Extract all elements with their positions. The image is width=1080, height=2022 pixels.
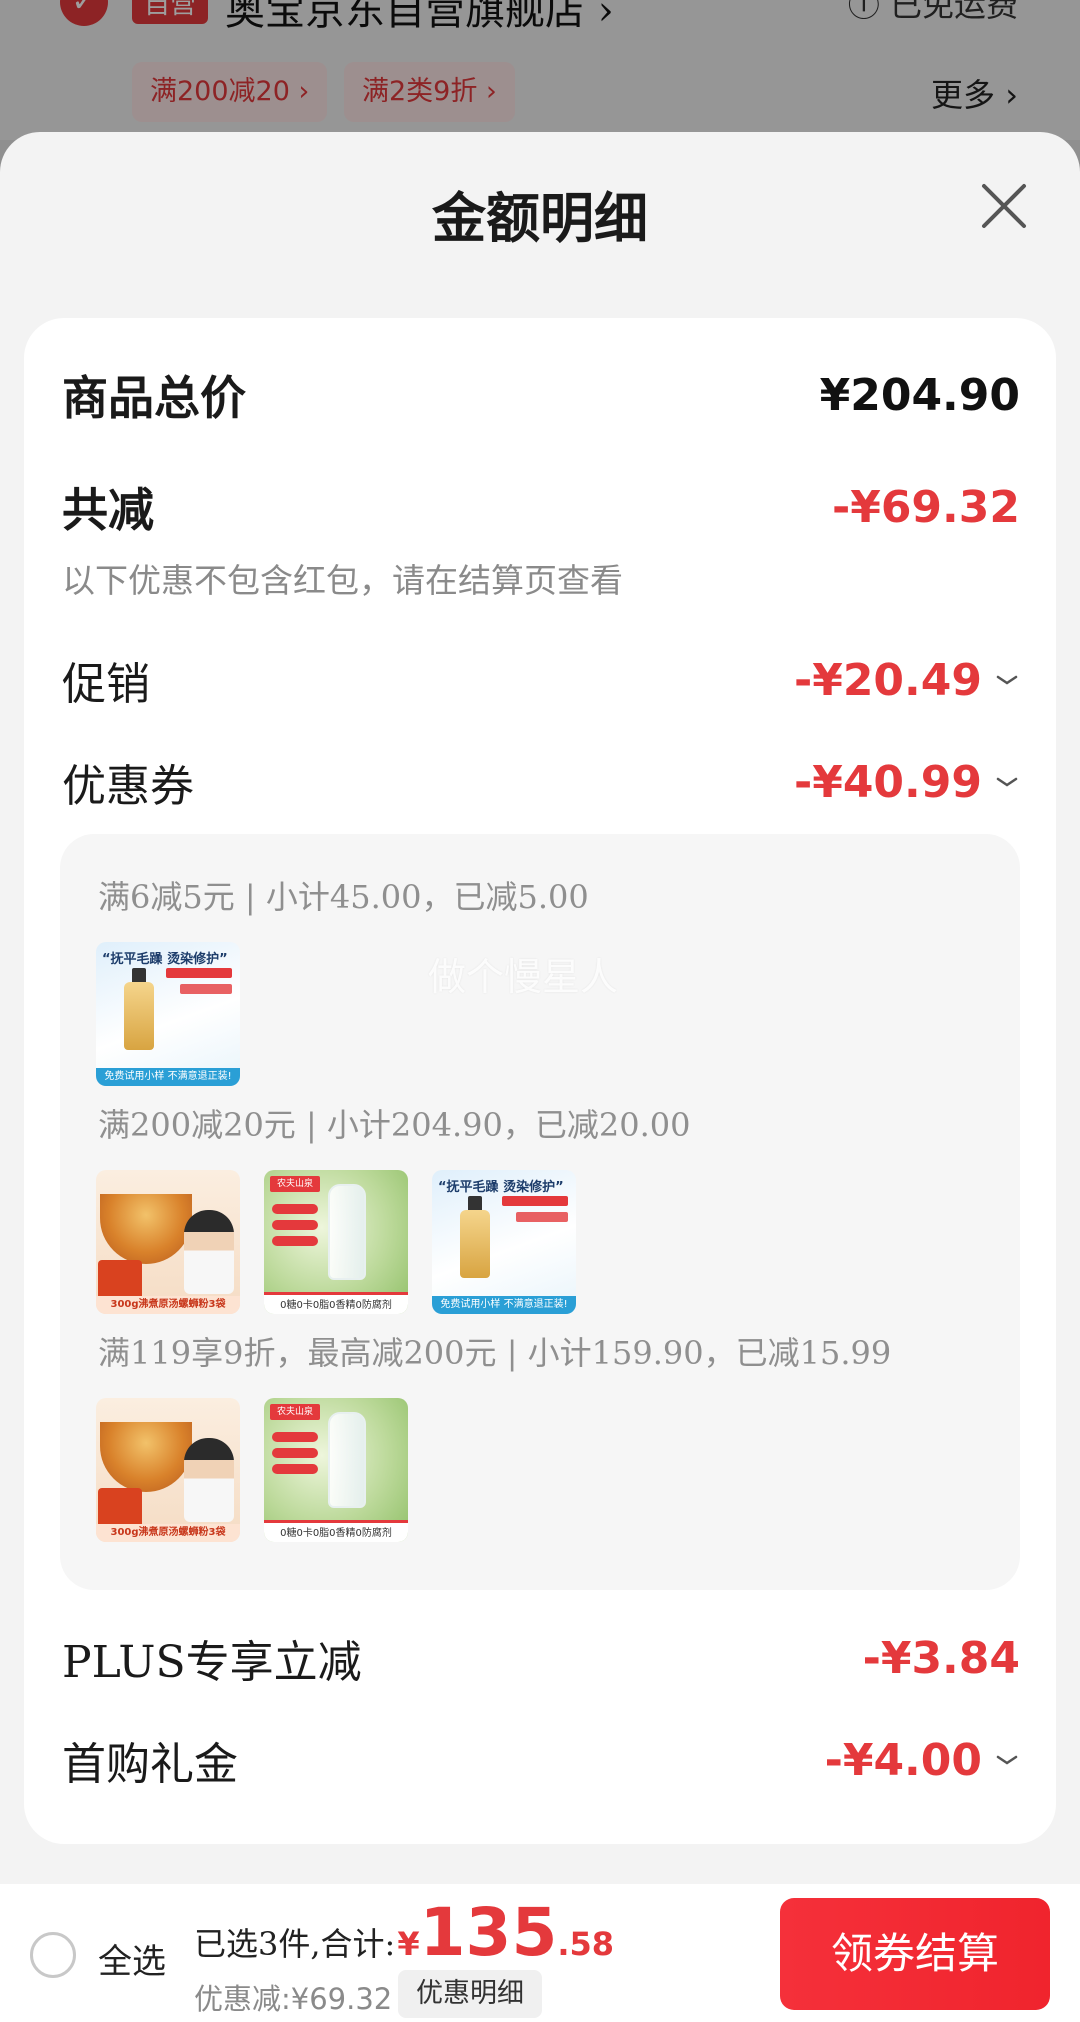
- chevron-down-icon: [996, 1755, 1018, 1765]
- promotion-row[interactable]: 促销 -¥20.49: [62, 648, 1020, 712]
- plus-discount-value: -¥3.84: [862, 1632, 1020, 1684]
- plus-discount-label: PLUS专享立减: [62, 1637, 362, 1688]
- thumb-footer: 0糖0卡0脂0香精0防腐剂: [264, 1292, 408, 1314]
- store-name: 奥宝京东自营旗舰店 ›: [225, 0, 614, 34]
- thumb-headline: “抚平毛躁 烫染修护”: [438, 1180, 564, 1195]
- product-thumb-hair-oil[interactable]: “抚平毛躁 烫染修护” 免费试用小样 不满意退正装!: [432, 1170, 576, 1314]
- summary-prefix: 已选3件,合计:: [194, 1925, 396, 1963]
- promotion-value: -¥20.49: [793, 654, 982, 706]
- amount-detail-sheet: 金额明细 商品总价 ¥204.90 共减 -¥69.32 以下优惠不包含红包，请…: [0, 132, 1080, 1884]
- total-decimal: .58: [557, 1925, 615, 1963]
- coupon-group-2-items: 300g沸煮原汤螺蛳粉3袋 农夫山泉 0糖0卡0脂0香精0防腐剂 “抚平毛躁 烫…: [96, 1170, 576, 1314]
- thumb-headline: “抚平毛躁 烫染修护”: [102, 952, 228, 967]
- plus-discount-row: PLUS专享立减 -¥3.84: [62, 1626, 1020, 1690]
- coupon-group-3-items: 300g沸煮原汤螺蛳粉3袋 农夫山泉 0糖0卡0脂0香精0防腐剂: [96, 1398, 408, 1542]
- check-icon: ✓: [60, 0, 108, 26]
- free-shipping-label: ⓘ 已免运费: [847, 0, 1018, 24]
- product-thumb-water[interactable]: 农夫山泉 0糖0卡0脂0香精0防腐剂: [264, 1398, 408, 1542]
- thumb-footer: 300g沸煮原汤螺蛳粉3袋: [96, 1296, 240, 1314]
- promotion-label: 促销: [62, 659, 150, 710]
- checkout-bar: 全选 已选3件,合计: ¥ 135 .58 优惠减:¥69.32 优惠明细 领券…: [0, 1884, 1080, 2022]
- thumb-footer: 免费试用小样 不满意退正装!: [432, 1296, 576, 1314]
- total-discount-label: 共减: [62, 483, 154, 537]
- bottle-image: [124, 982, 154, 1050]
- coupon-group-2-text: 满200减20元 | 小计204.90，已减20.00: [98, 1106, 691, 1144]
- more-link: 更多 ›: [931, 76, 1018, 114]
- promo-tag-2: 满2类9折 ›: [344, 62, 515, 122]
- thumb-footer: 300g沸煮原汤螺蛳粉3袋: [96, 1524, 240, 1542]
- select-all-radio[interactable]: [30, 1932, 76, 1978]
- sheet-title: 金额明细: [432, 186, 648, 250]
- total-discount-value: -¥69.32: [831, 481, 1020, 533]
- coupon-group-1-items: “抚平毛躁 烫染修护” 免费试用小样 不满意退正装!: [96, 942, 240, 1086]
- checkout-button[interactable]: 领券结算: [780, 1898, 1050, 2010]
- chevron-down-icon: [996, 777, 1018, 787]
- water-bottle-image: [328, 1184, 366, 1280]
- first-purchase-value: -¥4.00: [824, 1734, 982, 1786]
- promo-tag-1: 满200减20 ›: [132, 62, 328, 122]
- first-purchase-label: 首购礼金: [62, 1739, 238, 1790]
- noodle-bowl-image: [100, 1194, 192, 1264]
- coupon-breakdown: 满6减5元 | 小计45.00，已减5.00 做个慢星人 “抚平毛躁 烫染修护”…: [60, 834, 1020, 1590]
- noodle-bowl-image: [100, 1422, 192, 1492]
- thumb-brand: 农夫山泉: [270, 1176, 320, 1192]
- thumb-footer: 免费试用小样 不满意退正装!: [96, 1068, 240, 1086]
- product-thumb-noodles[interactable]: 300g沸煮原汤螺蛳粉3袋: [96, 1398, 240, 1542]
- total-integer: 135: [419, 1894, 558, 1971]
- goods-total-value: ¥204.90: [819, 369, 1020, 421]
- self-operated-tag: 自营: [132, 0, 208, 24]
- store-row: ✓ 自营 奥宝京东自营旗舰店 › ⓘ 已免运费: [0, 0, 1080, 38]
- coupon-label: 优惠券: [62, 761, 194, 812]
- amount-card: 商品总价 ¥204.90 共减 -¥69.32 以下优惠不包含红包，请在结算页查…: [24, 318, 1056, 1844]
- discount-note: 以下优惠不包含红包，请在结算页查看: [62, 561, 623, 600]
- discount-summary: 优惠减:¥69.32: [194, 1982, 393, 2016]
- thumb-brand: 农夫山泉: [270, 1404, 320, 1420]
- coupon-group-1-text: 满6减5元 | 小计45.00，已减5.00: [98, 878, 589, 916]
- close-button[interactable]: [978, 180, 1030, 232]
- discount-detail-button[interactable]: 优惠明细: [398, 1970, 542, 2018]
- first-purchase-row[interactable]: 首购礼金 -¥4.00: [62, 1728, 1020, 1792]
- product-thumb-noodles[interactable]: 300g沸煮原汤螺蛳粉3袋: [96, 1170, 240, 1314]
- close-icon: [982, 184, 1026, 228]
- watermark: 做个慢星人: [428, 955, 619, 999]
- background-page: ✓ 自营 奥宝京东自营旗舰店 › ⓘ 已免运费 满200减20 › 满2类9折 …: [0, 0, 1080, 140]
- select-all-label[interactable]: 全选: [98, 1934, 166, 1983]
- total-discount-row: 共减 -¥69.32: [62, 474, 1020, 540]
- chevron-down-icon: [996, 675, 1018, 685]
- product-thumb-water[interactable]: 农夫山泉 0糖0卡0脂0香精0防腐剂: [264, 1170, 408, 1314]
- product-thumb-hair-oil[interactable]: “抚平毛躁 烫染修护” 免费试用小样 不满意退正装!: [96, 942, 240, 1086]
- goods-total-label: 商品总价: [62, 371, 246, 425]
- thumb-footer: 0糖0卡0脂0香精0防腐剂: [264, 1520, 408, 1542]
- water-bottle-image: [328, 1412, 366, 1508]
- order-summary: 已选3件,合计: ¥ 135 .58: [194, 1900, 614, 1966]
- coupon-value: -¥40.99: [793, 756, 982, 808]
- bottle-image: [460, 1210, 490, 1278]
- goods-total-row: 商品总价 ¥204.90: [62, 362, 1020, 428]
- coupon-group-3-text: 满119享9折，最高减200元 | 小计159.90，已减15.99: [98, 1334, 892, 1372]
- currency-symbol: ¥: [397, 1925, 420, 1963]
- coupon-row[interactable]: 优惠券 -¥40.99: [62, 750, 1020, 814]
